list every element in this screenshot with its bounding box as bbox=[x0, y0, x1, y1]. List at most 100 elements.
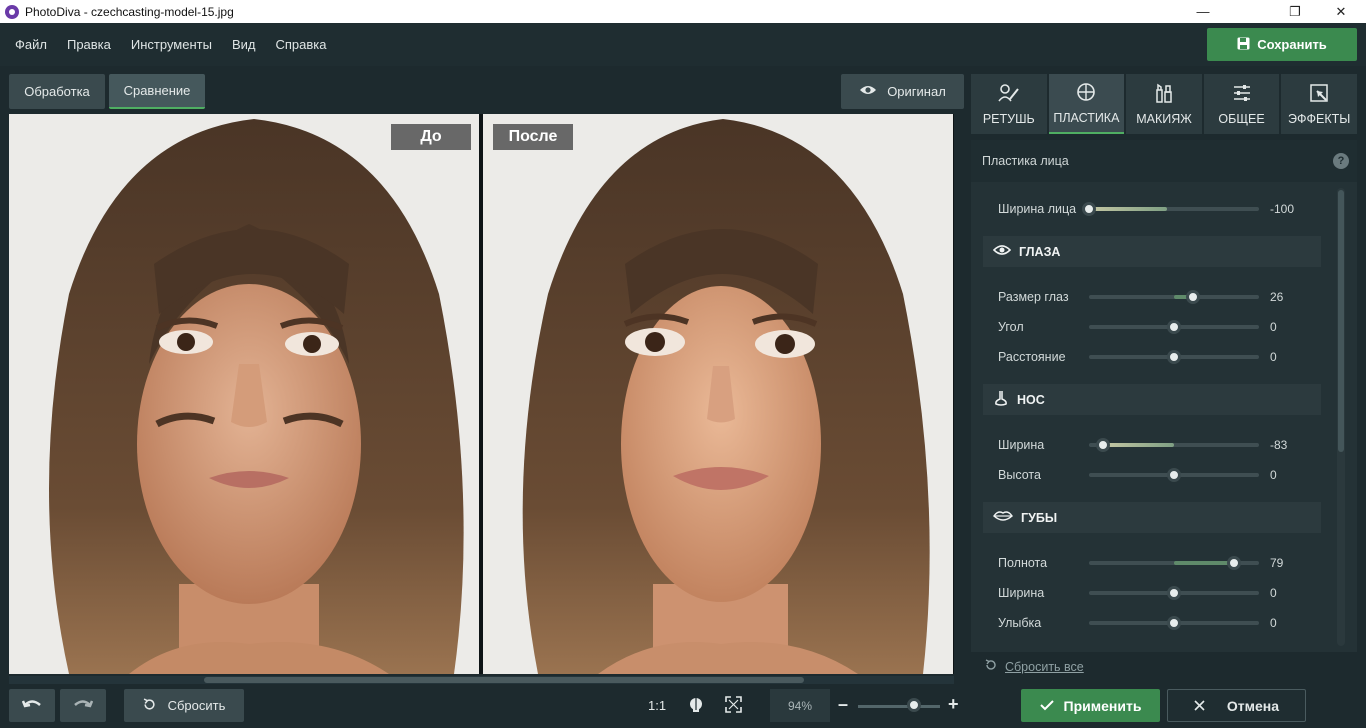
slider-track[interactable] bbox=[1089, 438, 1259, 452]
scrollbar-thumb[interactable] bbox=[204, 677, 804, 683]
slider-eye-distance[interactable]: Расстояние 0 bbox=[998, 347, 1298, 367]
undo-button[interactable] bbox=[9, 689, 55, 722]
window-title: PhotoDiva - czechcasting-model-15.jpg bbox=[25, 4, 234, 19]
slider-knob[interactable] bbox=[1167, 320, 1181, 334]
lips-icon bbox=[993, 510, 1013, 525]
slider-track[interactable] bbox=[1089, 556, 1259, 570]
menu-tools[interactable]: Инструменты bbox=[131, 37, 212, 52]
close-icon bbox=[1194, 698, 1205, 714]
apply-button-label: Применить bbox=[1063, 697, 1142, 714]
slider-value: 79 bbox=[1270, 556, 1284, 570]
plastic-icon bbox=[1076, 82, 1096, 105]
slider-nose-height[interactable]: Высота 0 bbox=[998, 465, 1298, 485]
fit-screen-icon[interactable] bbox=[725, 696, 742, 716]
minimize-button[interactable]: — bbox=[1180, 0, 1226, 23]
slider-lips-fullness[interactable]: Полнота 79 bbox=[998, 553, 1298, 573]
slider-label: Высота bbox=[998, 468, 1041, 482]
slider-nose-width[interactable]: Ширина -83 bbox=[998, 435, 1298, 455]
panel-vertical-scrollbar[interactable] bbox=[1337, 188, 1345, 646]
tab-plastic[interactable]: ПЛАСТИКА bbox=[1048, 74, 1125, 134]
comparison-canvas[interactable]: До После bbox=[9, 114, 954, 674]
cancel-button[interactable]: Отмена bbox=[1167, 689, 1306, 722]
slider-label: Ширина лица bbox=[998, 202, 1077, 216]
section-lips[interactable]: ГУБЫ bbox=[983, 502, 1321, 533]
slider-track[interactable] bbox=[1082, 202, 1259, 216]
slider-track[interactable] bbox=[1089, 468, 1259, 482]
plastic-panel: Пластика лица ? Ширина лица -100 ГЛАЗА Р… bbox=[971, 140, 1357, 652]
tab-makeup[interactable]: МАКИЯЖ bbox=[1126, 74, 1202, 134]
slider-knob[interactable] bbox=[1082, 202, 1096, 216]
menu-file[interactable]: Файл bbox=[15, 37, 47, 52]
slider-knob[interactable] bbox=[1167, 468, 1181, 482]
slider-value: -83 bbox=[1270, 438, 1288, 452]
compare-face-icon[interactable] bbox=[688, 697, 704, 716]
slider-track[interactable] bbox=[1089, 616, 1259, 630]
redo-button[interactable] bbox=[60, 689, 106, 722]
slider-knob[interactable] bbox=[1167, 616, 1181, 630]
section-nose[interactable]: НОС bbox=[983, 384, 1321, 415]
slider-face-width[interactable]: Ширина лица -100 bbox=[998, 199, 1298, 219]
eye-icon bbox=[859, 84, 877, 99]
after-label: После bbox=[493, 124, 573, 150]
zoom-value[interactable]: 94% bbox=[770, 689, 830, 722]
reset-button-label: Сбросить bbox=[167, 698, 226, 713]
menu-bar: Файл Правка Инструменты Вид Справка Сохр… bbox=[0, 23, 1366, 66]
zoom-slider-track[interactable] bbox=[858, 705, 940, 708]
help-icon[interactable]: ? bbox=[1333, 153, 1349, 169]
slider-knob[interactable] bbox=[1167, 350, 1181, 364]
actual-size-button[interactable]: 1:1 bbox=[648, 698, 666, 713]
slider-value: 0 bbox=[1270, 320, 1277, 334]
tab-processing[interactable]: Обработка bbox=[9, 74, 105, 109]
tab-effects[interactable]: ЭФФЕКТЫ bbox=[1281, 74, 1357, 134]
reset-all-link[interactable]: Сбросить все bbox=[985, 659, 1084, 674]
apply-button[interactable]: Применить bbox=[1021, 689, 1160, 722]
canvas-horizontal-scrollbar[interactable] bbox=[9, 676, 954, 684]
section-eyes[interactable]: ГЛАЗА bbox=[983, 236, 1321, 267]
slider-knob[interactable] bbox=[1096, 438, 1110, 452]
tab-general[interactable]: ОБЩЕЕ bbox=[1203, 74, 1280, 134]
slider-track[interactable] bbox=[1089, 350, 1259, 364]
slider-lips-width[interactable]: Ширина 0 bbox=[998, 583, 1298, 603]
sliders-icon bbox=[1232, 83, 1252, 106]
undo-icon bbox=[21, 698, 42, 713]
reset-button[interactable]: Сбросить bbox=[124, 689, 244, 722]
slider-eye-angle[interactable]: Угол 0 bbox=[998, 317, 1298, 337]
section-nose-title: НОС bbox=[1017, 392, 1045, 407]
eye-icon bbox=[992, 244, 1012, 259]
menu-help[interactable]: Справка bbox=[275, 37, 326, 52]
section-eyes-title: ГЛАЗА bbox=[1019, 244, 1061, 259]
slider-lips-smile[interactable]: Улыбка 0 bbox=[998, 613, 1298, 633]
menu-view[interactable]: Вид bbox=[232, 37, 256, 52]
reset-all-label: Сбросить все bbox=[1005, 659, 1084, 674]
before-label: До bbox=[391, 124, 471, 150]
slider-track[interactable] bbox=[1089, 586, 1259, 600]
panel-header: Пластика лица ? bbox=[971, 140, 1357, 182]
tab-general-label: ОБЩЕЕ bbox=[1218, 111, 1265, 126]
slider-track[interactable] bbox=[1089, 320, 1259, 334]
save-button[interactable]: Сохранить bbox=[1207, 28, 1357, 61]
tool-tabs: РЕТУШЬ ПЛАСТИКА МАКИЯЖ ОБЩЕЕ ЭФФЕКТЫ bbox=[971, 74, 1357, 134]
tab-retouch[interactable]: РЕТУШЬ bbox=[971, 74, 1047, 134]
after-photo: После bbox=[483, 114, 953, 674]
slider-knob[interactable] bbox=[1186, 290, 1200, 304]
zoom-slider-knob[interactable] bbox=[907, 698, 921, 712]
maximize-button[interactable]: ❐ bbox=[1272, 0, 1318, 23]
zoom-out-button[interactable]: – bbox=[838, 694, 848, 715]
close-button[interactable]: ✕ bbox=[1318, 0, 1364, 23]
original-button[interactable]: Оригинал bbox=[841, 74, 964, 109]
slider-label: Размер глаз bbox=[998, 290, 1069, 304]
slider-eye-size[interactable]: Размер глаз 26 bbox=[998, 287, 1298, 307]
slider-knob[interactable] bbox=[1227, 556, 1241, 570]
slider-knob[interactable] bbox=[1167, 586, 1181, 600]
slider-track[interactable] bbox=[1089, 290, 1259, 304]
slider-value: -100 bbox=[1270, 202, 1295, 216]
zoom-in-button[interactable]: + bbox=[948, 694, 959, 715]
title-bar: PhotoDiva - czechcasting-model-15.jpg — … bbox=[0, 0, 1366, 23]
tab-comparison[interactable]: Сравнение bbox=[109, 74, 205, 109]
menu-edit[interactable]: Правка bbox=[67, 37, 111, 52]
scrollbar-thumb[interactable] bbox=[1338, 190, 1344, 452]
app-logo-icon bbox=[5, 4, 19, 19]
slider-label: Расстояние bbox=[998, 350, 1066, 364]
effects-icon bbox=[1309, 83, 1329, 106]
tab-makeup-label: МАКИЯЖ bbox=[1136, 111, 1192, 126]
